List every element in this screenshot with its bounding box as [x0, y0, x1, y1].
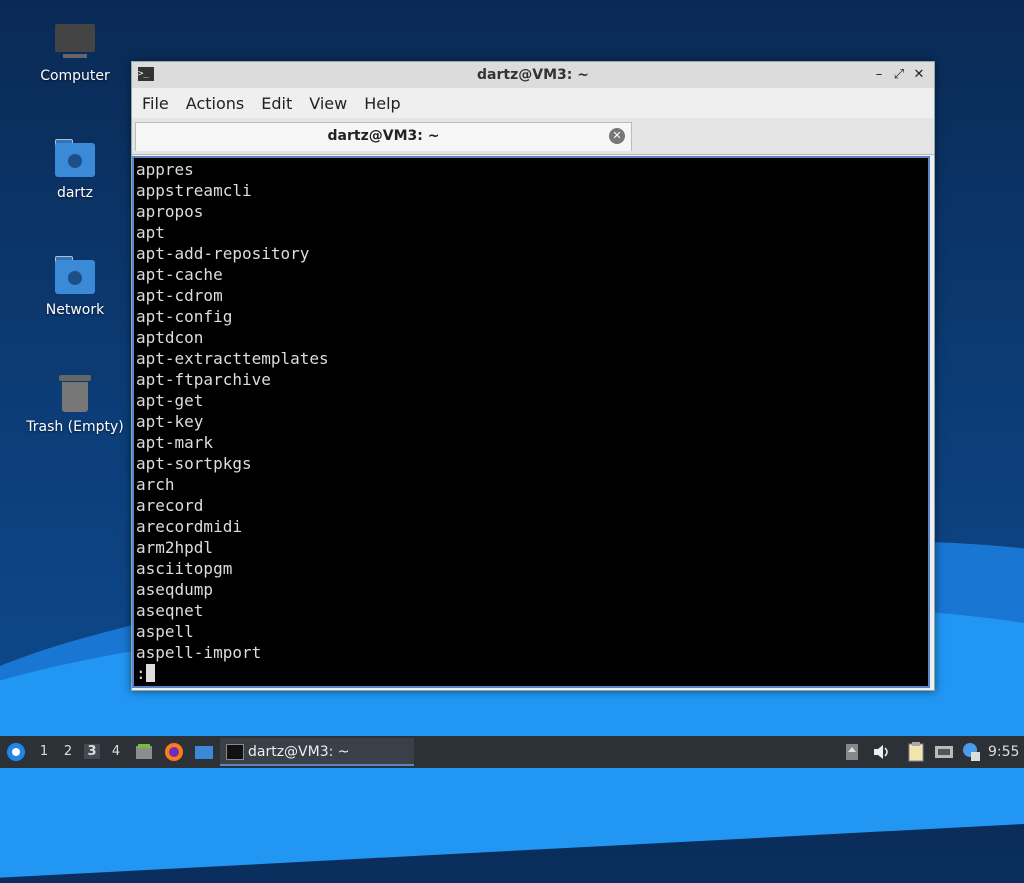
terminal-line: appres: [136, 160, 194, 179]
terminal-line: apt-extracttemplates: [136, 349, 329, 368]
network-folder-icon: [53, 256, 97, 296]
menu-file[interactable]: File: [136, 94, 175, 113]
terminal-line: apropos: [136, 202, 204, 221]
terminal-window: >_ dartz@VM3: ~ – ⤢ ✕ File Actions Edit …: [131, 61, 935, 691]
window-titlebar[interactable]: >_ dartz@VM3: ~ – ⤢ ✕: [132, 62, 934, 88]
tab-close-icon[interactable]: ✕: [609, 128, 625, 144]
terminal-line: arecordmidi: [136, 517, 242, 536]
terminal-line: apt-ftparchive: [136, 370, 271, 389]
terminal-line: arecord: [136, 496, 204, 515]
terminal-line: apt-cdrom: [136, 286, 223, 305]
tab-terminal[interactable]: dartz@VM3: ~ ✕: [135, 122, 632, 151]
menu-actions[interactable]: Actions: [180, 94, 250, 113]
clock[interactable]: 9:55: [988, 744, 1019, 760]
terminal-line: aseqdump: [136, 580, 214, 599]
workspace-4[interactable]: 4: [108, 744, 124, 759]
terminal-line: apt-add-repository: [136, 244, 310, 263]
taskbar: 1 2 3 4 dartz@VM3: ~ 9:55: [0, 736, 1024, 768]
terminal-line: apt-get: [136, 391, 204, 410]
terminal-line: asciitopgm: [136, 559, 233, 578]
workspace-2[interactable]: 2: [60, 744, 76, 759]
terminal-line: arch: [136, 475, 175, 494]
terminal-line: apt-sortpkgs: [136, 454, 252, 473]
terminal-line: appstreamcli: [136, 181, 252, 200]
desktop-icon-label: dartz: [56, 185, 94, 201]
terminal-task-icon: [226, 744, 244, 760]
firefox-icon[interactable]: [164, 742, 184, 762]
terminal-output[interactable]: appres appstreamcli apropos apt apt-add-…: [132, 156, 930, 688]
menu-view[interactable]: View: [303, 94, 353, 113]
text-cursor: [145, 664, 155, 682]
close-button[interactable]: ✕: [910, 66, 928, 84]
desktop-icon-label: Computer: [40, 68, 110, 84]
window-title: dartz@VM3: ~: [477, 67, 589, 83]
workspace-3[interactable]: 3: [84, 744, 100, 759]
terminal-line: apt-config: [136, 307, 233, 326]
terminal-line: arm2hpdl: [136, 538, 214, 557]
tab-title: dartz@VM3: ~: [327, 128, 440, 144]
update-icon[interactable]: [961, 741, 981, 763]
trash-icon: [53, 373, 97, 413]
terminal-line: apt-mark: [136, 433, 214, 452]
volume-icon[interactable]: [872, 742, 892, 762]
desktop-icon-label: Network: [45, 302, 105, 318]
terminal-line: aspell: [136, 622, 194, 641]
tab-bar: dartz@VM3: ~ ✕: [132, 118, 934, 155]
task-title: dartz@VM3: ~: [248, 744, 350, 760]
menu-bar: File Actions Edit View Help: [132, 88, 934, 118]
terminal-line: aspell-import: [136, 643, 262, 662]
menu-edit[interactable]: Edit: [255, 94, 298, 113]
taskbar-task-terminal[interactable]: dartz@VM3: ~: [220, 738, 414, 766]
menu-help[interactable]: Help: [358, 94, 406, 113]
terminal-prompt-line[interactable]: :: [136, 663, 926, 684]
desktop-icon-home[interactable]: dartz: [20, 139, 130, 201]
lubuntu-start-icon[interactable]: [6, 742, 26, 762]
clipboard-icon[interactable]: [906, 741, 926, 763]
show-desktop-icon[interactable]: [194, 742, 214, 762]
minimize-button[interactable]: –: [870, 66, 888, 84]
maximize-button[interactable]: ⤢: [890, 66, 908, 84]
file-manager-icon[interactable]: [134, 742, 154, 762]
desktop-icon-label: Trash (Empty): [26, 419, 124, 435]
terminal-line: apt-cache: [136, 265, 223, 284]
terminal-prompt: :: [136, 664, 146, 683]
terminal-line: apt-key: [136, 412, 204, 431]
desktop-icon-trash[interactable]: Trash (Empty): [20, 373, 130, 435]
workspace-1[interactable]: 1: [36, 744, 52, 759]
terminal-line: apt: [136, 223, 165, 242]
terminal-line: aseqnet: [136, 601, 204, 620]
computer-icon: [53, 22, 97, 62]
eject-icon[interactable]: [844, 742, 860, 762]
desktop-icon-computer[interactable]: Computer: [20, 22, 130, 84]
network-icon[interactable]: [933, 742, 955, 762]
home-folder-icon: [53, 139, 97, 179]
desktop-icon-network[interactable]: Network: [20, 256, 130, 318]
terminal-line: aptdcon: [136, 328, 204, 347]
